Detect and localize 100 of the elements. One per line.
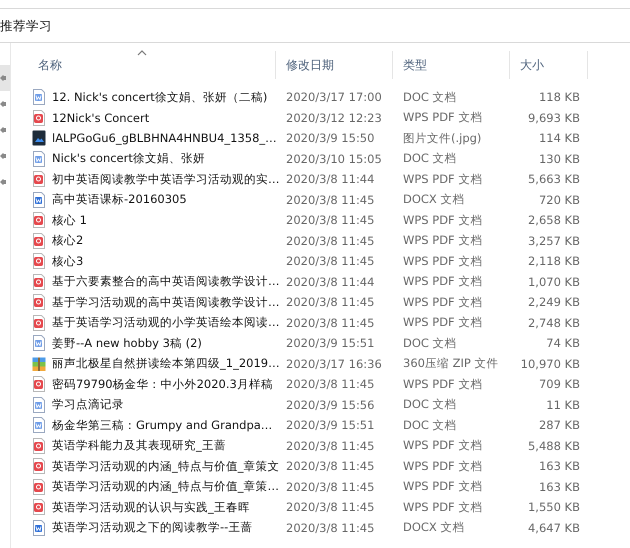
file-name[interactable]: 英语学习活动观的内涵_特点与价值_章策文 <box>52 458 280 474</box>
file-name[interactable]: 学习点滴记录 <box>52 397 124 412</box>
file-name[interactable]: 英语学习活动观之下的阅读教学--王蔷 <box>52 520 252 536</box>
size-cell-text: 4,647 KB <box>526 520 581 535</box>
size-cell-text: 709 KB <box>538 377 581 392</box>
file-name[interactable]: 杨金华第三稿：Grumpy and Grandpa… <box>52 418 272 433</box>
date-cell-text: 2020/3/8 11:45 <box>285 295 376 310</box>
pin-icon <box>0 100 8 108</box>
nav-item[interactable] <box>0 65 10 91</box>
file-name[interactable]: 核心2 <box>52 233 84 248</box>
date-cell-text: 2020/3/8 11:45 <box>285 316 376 330</box>
pin-icon <box>0 152 8 160</box>
date-cell-text: 2020/3/9 15:51 <box>285 336 376 350</box>
date-cell-text: 2020/3/8 11:44 <box>285 172 376 186</box>
size-cell-text: 118 KB <box>538 90 581 104</box>
file-name[interactable]: 基于六要素整合的高中英语阅读教学设计… <box>52 274 280 290</box>
date-cell-text: 2020/3/8 11:45 <box>285 480 376 494</box>
word-document-icon <box>32 335 46 352</box>
pdf-document-icon <box>32 438 46 454</box>
type-cell-text: WPS PDF 文档 <box>402 274 484 290</box>
file-name[interactable]: 12Nick's Concert <box>52 110 150 125</box>
type-cell-text: WPS PDF 文档 <box>402 212 484 228</box>
file-name[interactable]: 密码79790杨金华：中小外2020.3月样稿 <box>52 376 273 392</box>
word-document-icon <box>32 150 46 167</box>
type-cell-text: WPS PDF 文档 <box>402 233 484 248</box>
type-cell-text: DOC 文档 <box>402 336 458 351</box>
size-cell-text: 74 KB <box>545 336 581 350</box>
size-cell-text: 2,748 KB <box>526 316 581 330</box>
date-cell-text: 2020/3/8 11:45 <box>285 459 376 474</box>
address-path: 推荐学习 <box>0 18 52 34</box>
file-name[interactable]: 核心 1 <box>52 212 87 228</box>
file-name[interactable]: 英语学习活动观的认识与实践_王春晖 <box>52 500 250 515</box>
size-cell-text: 163 KB <box>538 480 581 494</box>
archive-icon <box>32 356 46 372</box>
word-document-icon <box>32 520 46 536</box>
date-cell-text: 2020/3/12 12:23 <box>285 110 383 125</box>
file-name[interactable]: 英语学习活动观的内涵_特点与价值_章策… <box>52 479 279 494</box>
type-cell-text: WPS PDF 文档 <box>402 254 484 269</box>
date-cell-text: 2020/3/8 11:45 <box>285 438 376 453</box>
file-name[interactable]: Nick's concert徐文娟、张妍 <box>52 151 205 166</box>
pdf-document-icon <box>32 274 46 290</box>
size-cell-text: 1,070 KB <box>526 274 581 289</box>
date-cell-text: 2020/3/8 11:45 <box>285 192 376 207</box>
size-cell-text: 10,970 KB <box>520 356 581 371</box>
date-cell-text: 2020/3/8 11:45 <box>285 254 376 268</box>
date-cell-text: 2020/3/9 15:51 <box>285 418 376 432</box>
date-cell-text: 2020/3/17 17:00 <box>285 90 383 104</box>
address-bar[interactable]: 推荐学习 <box>0 10 630 43</box>
pdf-document-icon <box>32 314 46 331</box>
pdf-document-icon <box>32 232 46 249</box>
file-name[interactable]: 英语学科能力及其表现研究_王蔷 <box>52 438 226 454</box>
type-cell-text: DOC 文档 <box>402 397 458 412</box>
type-cell-text: WPS PDF 文档 <box>402 315 484 330</box>
size-cell-text: 130 KB <box>538 152 581 166</box>
type-cell-text: WPS PDF 文档 <box>402 376 484 392</box>
size-cell-text: 2,118 KB <box>526 254 581 268</box>
size-cell-text: 1,550 KB <box>526 500 581 514</box>
size-cell-text: 163 KB <box>538 459 581 474</box>
date-cell-text: 2020/3/17 16:36 <box>285 356 383 371</box>
pdf-document-icon <box>32 212 46 228</box>
file-name[interactable]: 核心3 <box>52 254 84 269</box>
column-header[interactable]: 大小 <box>510 51 588 79</box>
size-cell-text: 3,257 KB <box>526 234 581 248</box>
word-document-icon <box>32 192 46 208</box>
file-name[interactable]: 基于英语学习活动观的小学英语绘本阅读… <box>52 315 280 330</box>
column-header[interactable]: 类型 <box>393 51 510 79</box>
size-cell-text: 2,658 KB <box>526 213 581 228</box>
size-cell-text: 114 KB <box>538 131 581 146</box>
pdf-document-icon <box>32 499 46 516</box>
file-name[interactable]: 丽声北极星自然拼读绘本第四级_1_2019… <box>52 356 280 372</box>
file-name[interactable]: 基于学习活动观的高中英语阅读教学设计… <box>52 294 280 310</box>
column-header[interactable]: 名称 <box>28 51 276 79</box>
date-cell-text: 2020/3/9 15:50 <box>285 131 376 146</box>
pdf-document-icon <box>32 458 46 474</box>
file-name[interactable]: 姜野--A new hobby 3稿 (2) <box>52 336 202 351</box>
date-cell-text: 2020/3/8 11:45 <box>285 500 376 514</box>
pdf-document-icon <box>32 171 46 188</box>
file-name[interactable]: 12. Nick's concert徐文娟、张妍（二稿) <box>52 90 268 105</box>
type-cell-text: 图片文件(.jpg) <box>402 130 482 146</box>
type-cell-text: DOCX 文档 <box>402 520 466 536</box>
file-name[interactable]: 初中英语阅读教学中英语学习活动观的实… <box>52 172 280 187</box>
type-cell-text: DOC 文档 <box>402 418 458 433</box>
type-cell-text: WPS PDF 文档 <box>402 458 484 474</box>
type-cell-text: 360压缩 ZIP 文件 <box>402 356 500 372</box>
type-cell-text: WPS PDF 文档 <box>402 500 484 515</box>
pin-icon <box>0 74 8 82</box>
column-header[interactable]: 修改日期 <box>276 51 393 79</box>
date-cell-text: 2020/3/9 15:56 <box>285 398 376 412</box>
file-name[interactable]: 高中英语课标-20160305 <box>52 192 187 208</box>
size-cell-text: 720 KB <box>538 192 581 207</box>
file-name[interactable]: lALPGoGu6_gBLBHNA4HNBU4_1358_… <box>52 131 277 146</box>
type-cell-text: DOCX 文档 <box>402 192 466 208</box>
pdf-document-icon <box>32 110 46 126</box>
pdf-document-icon <box>32 478 46 495</box>
size-cell-text: 5,663 KB <box>526 172 581 186</box>
date-cell-text: 2020/3/8 11:45 <box>285 377 376 392</box>
pin-icon <box>0 126 8 134</box>
type-cell-text: WPS PDF 文档 <box>402 110 484 126</box>
image-file-icon <box>32 130 46 146</box>
type-cell-text: WPS PDF 文档 <box>402 172 484 187</box>
